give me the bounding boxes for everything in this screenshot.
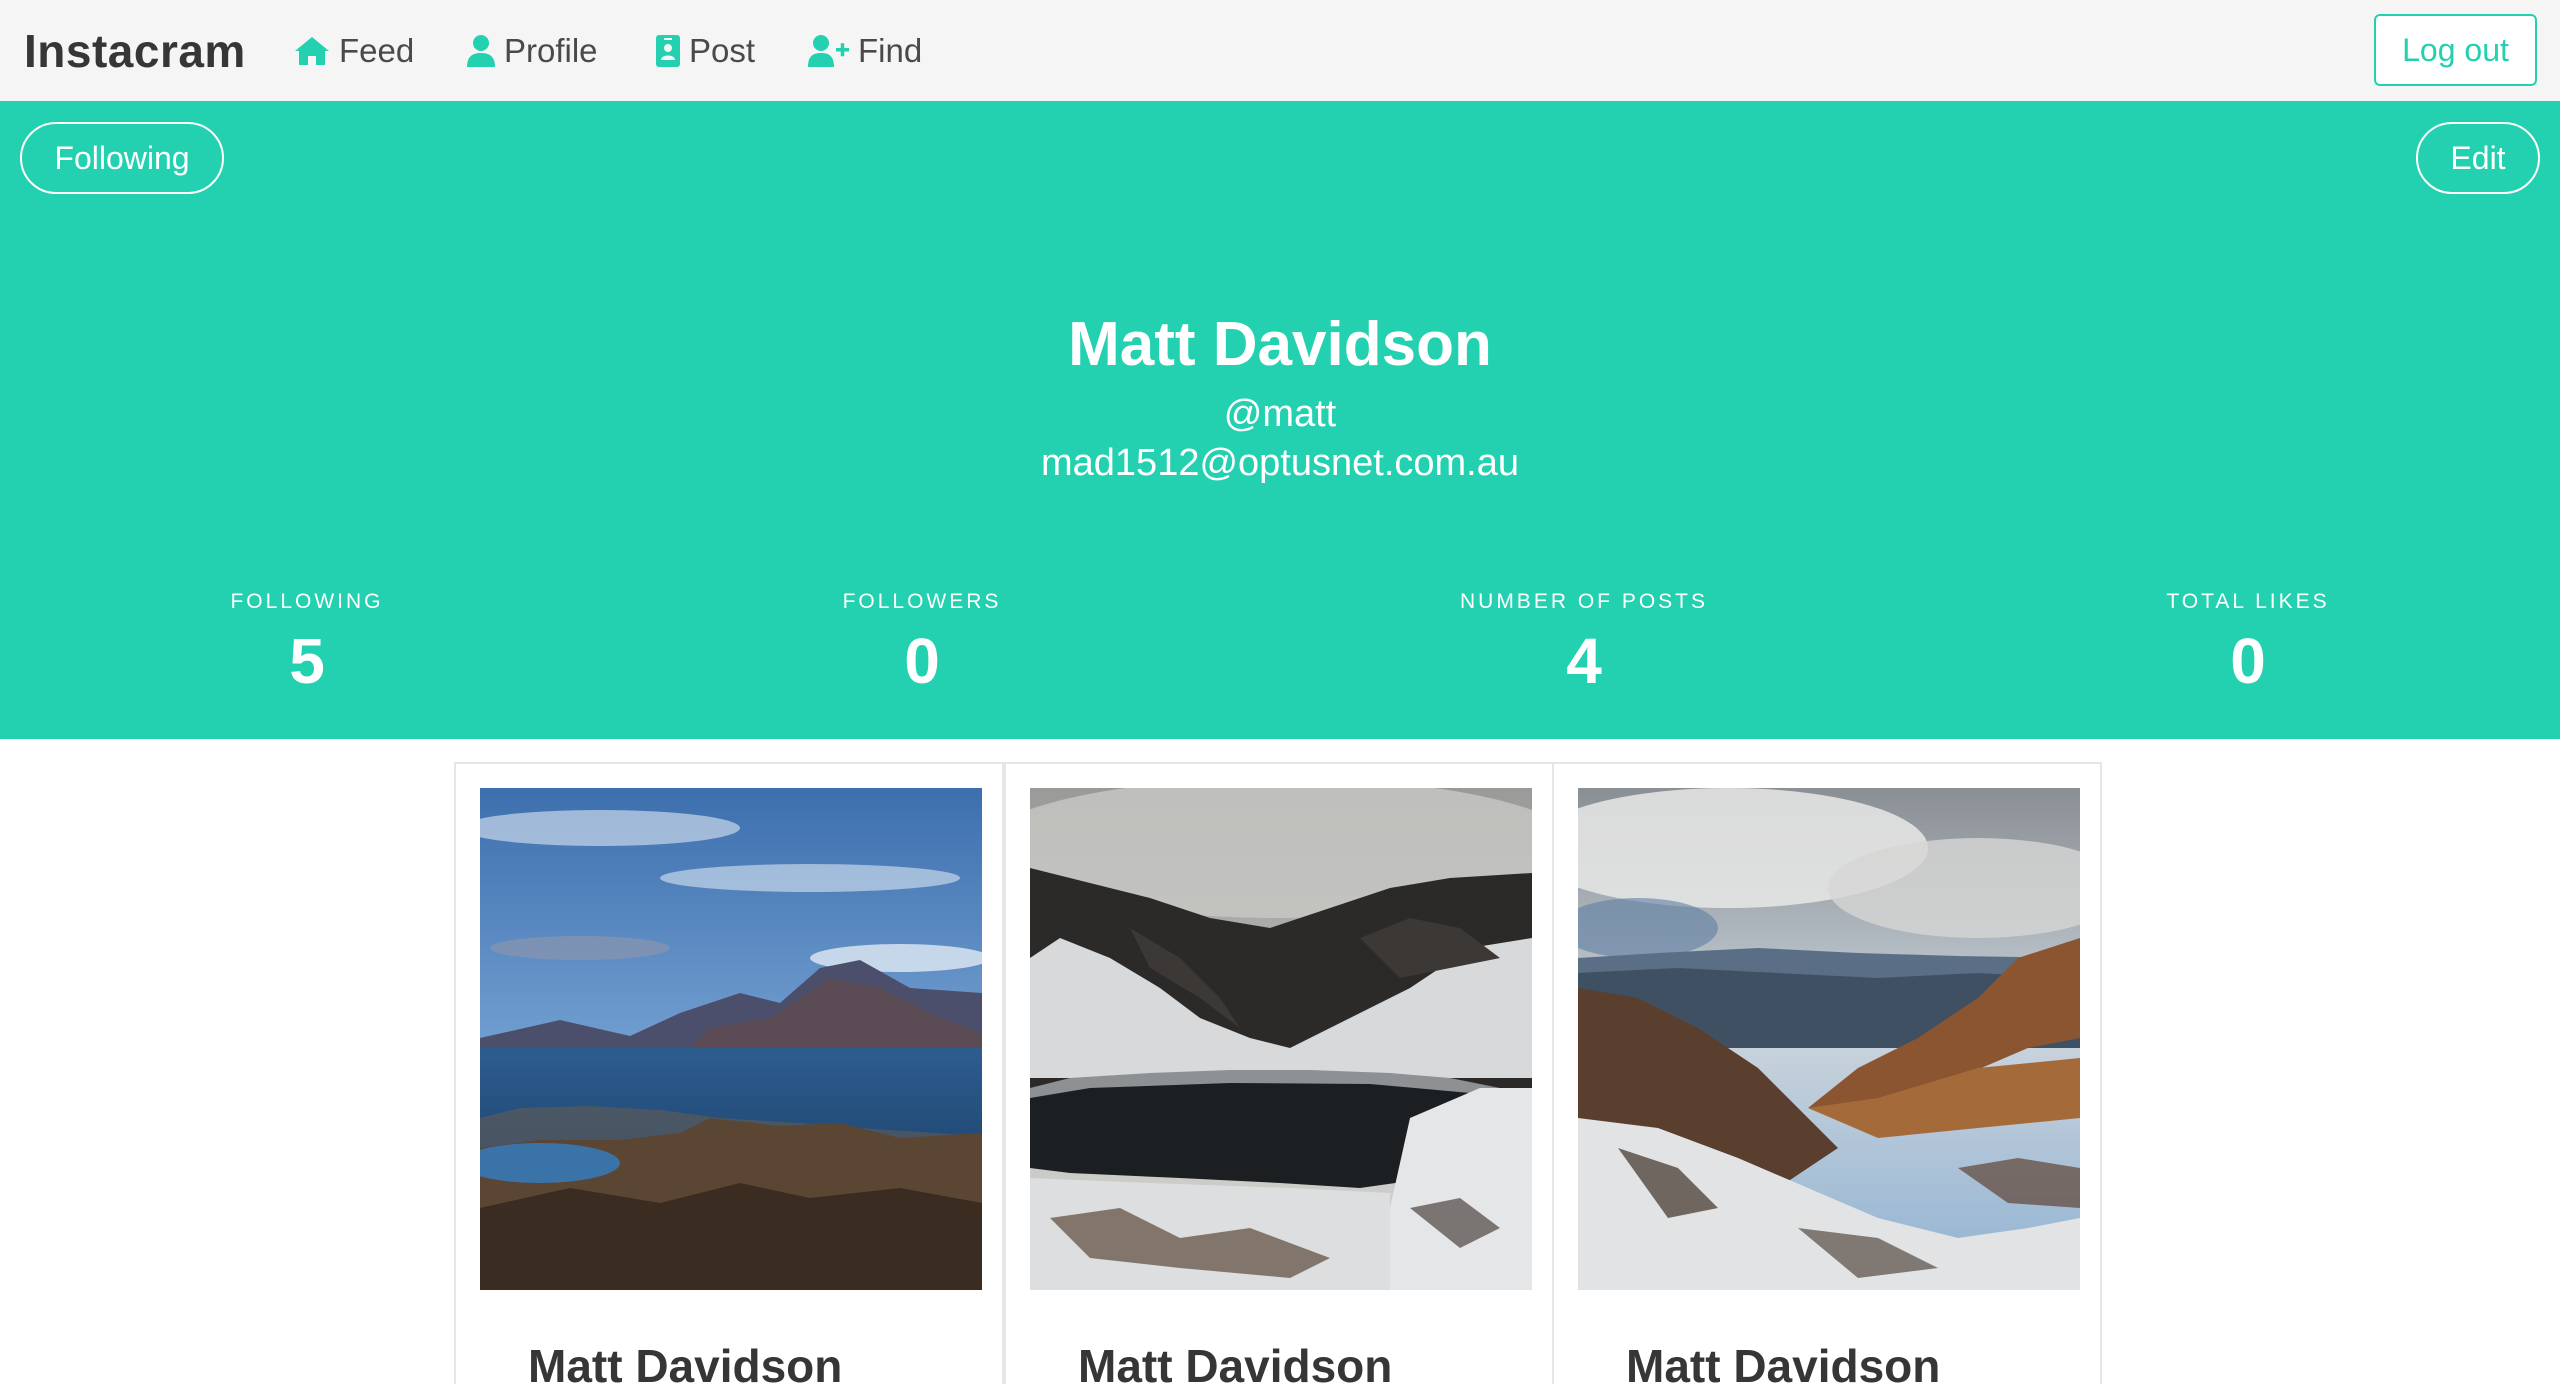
post-photo[interactable]	[1578, 788, 2080, 1290]
stat-value: 0	[904, 625, 940, 697]
stat-following: FOLLOWING 5	[107, 589, 507, 699]
nav-item-find[interactable]: Find	[808, 28, 922, 74]
user-icon	[466, 34, 504, 68]
nav-item-label: Post	[689, 32, 756, 69]
following-button[interactable]: Following	[20, 122, 224, 194]
stat-value: 4	[1566, 625, 1602, 697]
brand-logo[interactable]: Instacram	[24, 24, 246, 78]
post-card[interactable]: Matt Davidson	[1552, 762, 2102, 1384]
stat-label: TOTAL LIKES	[2166, 590, 2330, 613]
profile-handle: @matt	[1223, 393, 1337, 435]
nav-item-label: Feed	[339, 32, 415, 69]
post-photo[interactable]	[1030, 788, 1532, 1290]
stat-total-likes: TOTAL LIKES 0	[2048, 589, 2448, 699]
stat-value: 5	[289, 625, 325, 697]
post-author-name[interactable]: Matt Davidson	[1078, 1338, 1392, 1384]
logout-button[interactable]: Log out	[2374, 14, 2537, 86]
profile-hero: Following Edit Matt Davidson @matt mad15…	[0, 101, 2560, 739]
nav-item-profile[interactable]: Profile	[466, 28, 598, 74]
post-card[interactable]: Matt Davidson	[454, 762, 1004, 1384]
nav-item-label: Find	[858, 32, 923, 69]
post-author-name[interactable]: Matt Davidson	[528, 1338, 842, 1384]
stat-followers: FOLLOWERS 0	[722, 589, 1122, 699]
id-badge-icon	[655, 34, 689, 68]
nav-item-label: Profile	[504, 32, 598, 69]
top-navbar: Instacram Feed Profile Post Find Log out	[0, 0, 2560, 101]
edit-profile-button[interactable]: Edit	[2416, 122, 2540, 194]
home-icon	[293, 35, 339, 67]
stat-label: FOLLOWERS	[842, 590, 1002, 613]
post-photo[interactable]	[480, 788, 982, 1290]
stat-label: FOLLOWING	[230, 590, 384, 613]
nav-item-post[interactable]: Post	[655, 28, 755, 74]
stat-number-of-posts: NUMBER OF POSTS 4	[1384, 589, 1784, 699]
post-card[interactable]: Matt Davidson	[1004, 762, 1554, 1384]
stat-label: NUMBER OF POSTS	[1459, 590, 1709, 613]
post-author-name[interactable]: Matt Davidson	[1626, 1338, 1940, 1384]
profile-name: Matt Davidson	[1068, 310, 1492, 379]
profile-email: mad1512@optusnet.com.au	[1041, 442, 1519, 484]
user-plus-icon	[808, 34, 858, 68]
nav-item-feed[interactable]: Feed	[293, 28, 414, 74]
stat-value: 0	[2230, 625, 2266, 697]
